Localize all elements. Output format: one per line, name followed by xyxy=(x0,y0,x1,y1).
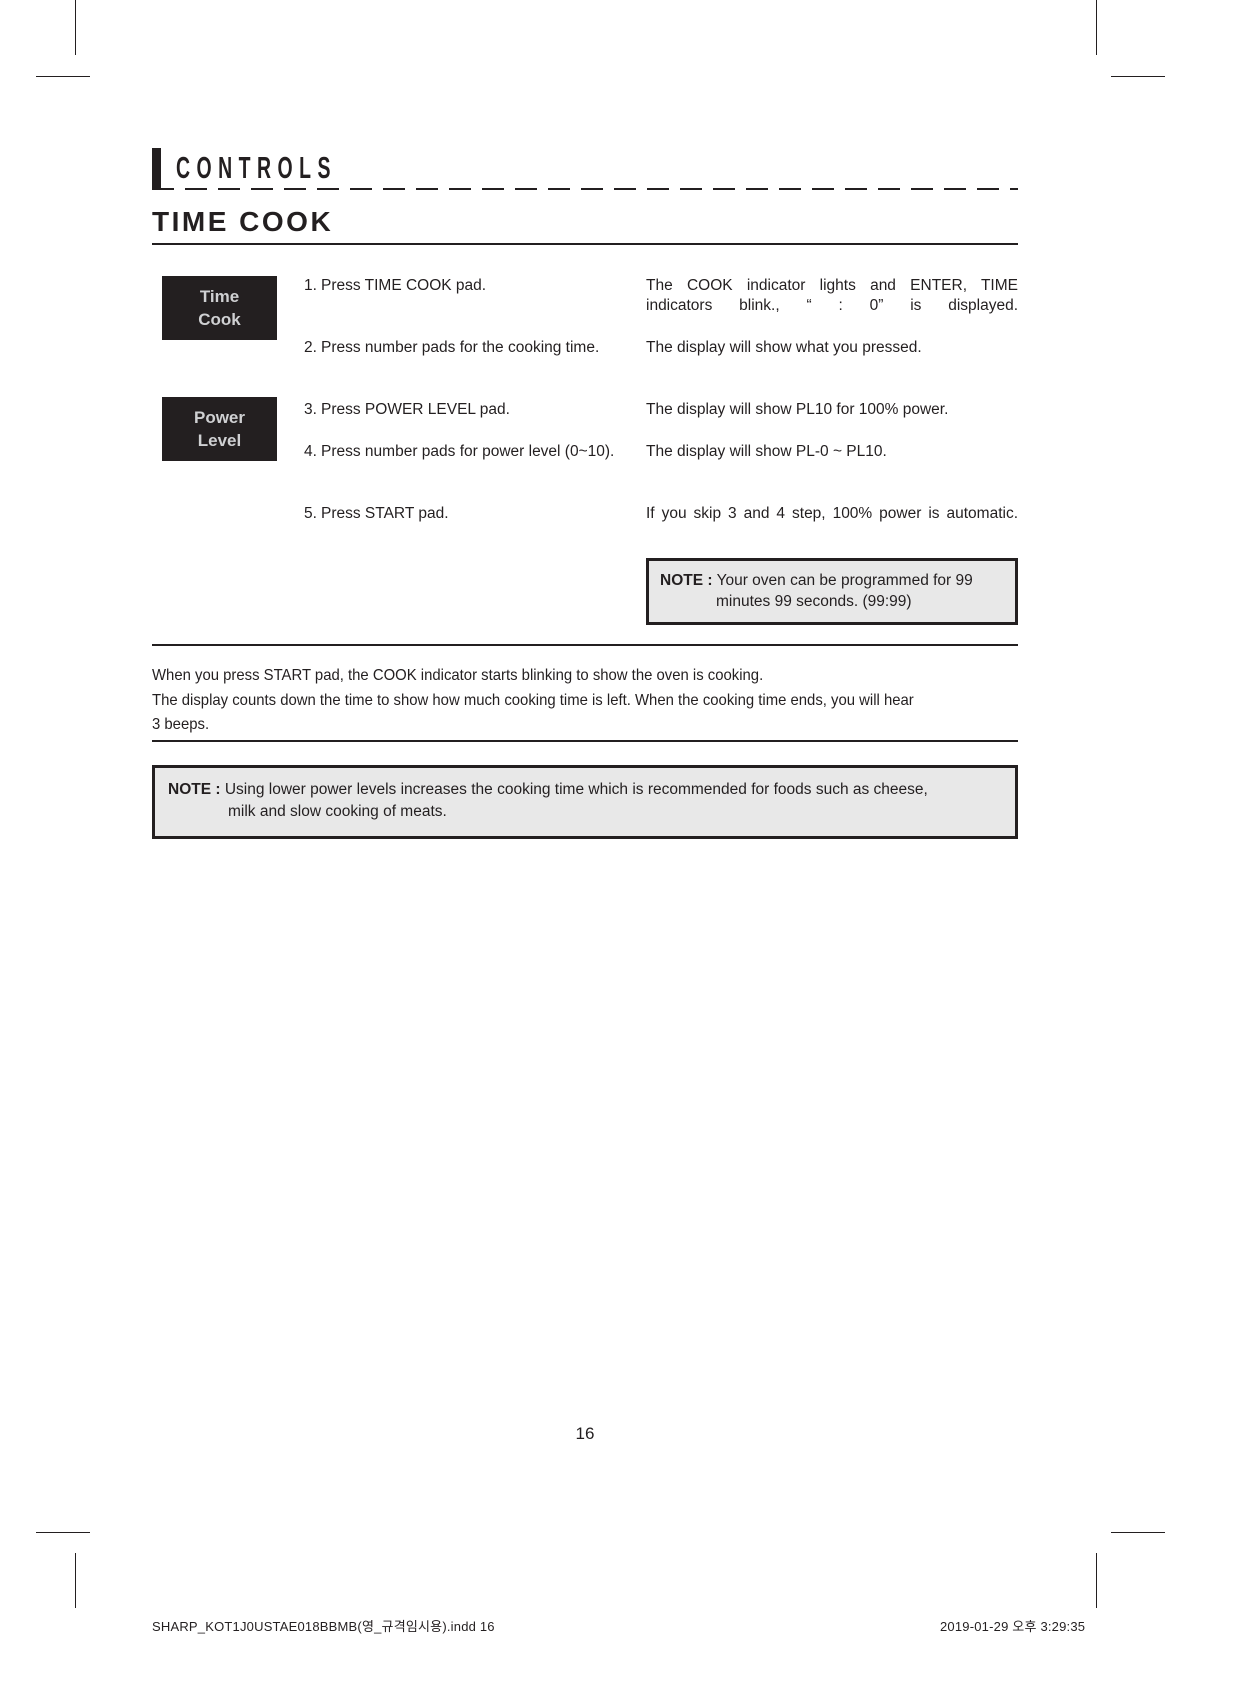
note-line1: Your oven can be programmed for 99 xyxy=(716,572,973,589)
step-1-text: Press TIME COOK pad. xyxy=(321,277,487,294)
step-4-number: 4. xyxy=(304,443,317,460)
step-2-response: The display will show what you pressed. xyxy=(646,339,922,356)
chapter-header: CONTROLS xyxy=(152,148,1018,194)
time-cook-pad[interactable]: Time Cook xyxy=(162,276,277,340)
page-number: 16 xyxy=(575,1424,595,1443)
note-bottom-line1-wrap: NOTE : Using lower power levels increase… xyxy=(168,779,1002,801)
step-2-text: Press number pads for the cooking time. xyxy=(321,339,600,356)
body-paragraph-line3: 3 beeps. xyxy=(152,716,210,733)
time-cook-pad-line2: Cook xyxy=(198,310,241,329)
crop-mark-bottom-right-vertical xyxy=(1096,1553,1097,1608)
step-3-text: Press POWER LEVEL pad. xyxy=(321,401,510,418)
step-5-number: 5. xyxy=(304,505,317,522)
section-divider-top xyxy=(152,644,1018,646)
step-2-number: 2. xyxy=(304,339,317,356)
note-bottom-line2: milk and slow cooking of meats. xyxy=(228,803,447,820)
note-label: NOTE : xyxy=(660,572,713,589)
chapter-dashed-rule xyxy=(152,188,1018,190)
page-title: TIME COOK xyxy=(152,206,334,237)
time-cook-pad-line1: Time xyxy=(199,287,240,306)
footer-timestamp: 2019-01-29 오후 3:29:35 xyxy=(940,1619,1086,1634)
step-1-response: The COOK indicator lights and ENTER, TIM… xyxy=(646,277,1018,314)
step-3: 3. Press POWER LEVEL pad. xyxy=(304,400,634,420)
step-1: 1. Press TIME COOK pad. xyxy=(304,276,634,296)
chapter-accent-bar xyxy=(152,148,161,190)
step-5: 5. Press START pad. xyxy=(304,504,634,524)
crop-mark-bottom-left-horizontal xyxy=(36,1532,90,1533)
step-4-text: Press number pads for power level (0~10)… xyxy=(321,443,615,460)
power-level-pad-line1: Power xyxy=(193,408,246,427)
step-4: 4. Press number pads for power level (0~… xyxy=(304,442,634,462)
note-box-power-levels: NOTE : Using lower power levels increase… xyxy=(152,765,1018,839)
note-bottom-line1: Using lower power levels increases the c… xyxy=(224,781,928,798)
chapter-label: CONTROLS xyxy=(176,151,337,185)
body-paragraph-line1: When you press START pad, the COOK indic… xyxy=(152,667,764,684)
title-divider xyxy=(152,243,1018,245)
step-1-number: 1. xyxy=(304,277,317,294)
power-level-pad[interactable]: Power Level xyxy=(162,397,277,461)
step-3-number: 3. xyxy=(304,401,317,418)
power-level-pad-line2: Level xyxy=(197,431,242,450)
step-5-response: If you skip 3 and 4 step, 100% power is … xyxy=(646,505,1018,522)
crop-mark-bottom-right-horizontal xyxy=(1111,1532,1165,1533)
crop-mark-top-right-horizontal xyxy=(1111,76,1165,77)
crop-mark-top-left-horizontal xyxy=(36,76,90,77)
crop-mark-bottom-left-vertical xyxy=(75,1553,76,1608)
step-3-response: The display will show PL10 for 100% powe… xyxy=(646,401,949,418)
note-bottom-label: NOTE : xyxy=(168,781,221,798)
step-2: 2. Press number pads for the cooking tim… xyxy=(304,338,634,358)
body-paragraph: When you press START pad, the COOK indic… xyxy=(152,664,957,738)
step-4-response: The display will show PL-0 ~ PL10. xyxy=(646,443,887,460)
section-divider-bottom xyxy=(152,740,1018,742)
page-content: CONTROLS TIME COOK Time Cook Power Level… xyxy=(152,0,1018,1689)
body-paragraph-line2: The display counts down the time to show… xyxy=(152,691,914,709)
note-box-capacity: NOTE : Your oven can be programmed for 9… xyxy=(646,558,1018,625)
crop-mark-left-vertical xyxy=(75,0,76,55)
crop-mark-right-vertical xyxy=(1096,0,1097,55)
note-line2: minutes 99 seconds. (99:99) xyxy=(716,593,912,610)
footer-filename: SHARP_KOT1J0USTAE018BBMB(영_규격임시용).indd 1… xyxy=(152,1619,495,1634)
step-5-text: Press START pad. xyxy=(321,505,449,522)
